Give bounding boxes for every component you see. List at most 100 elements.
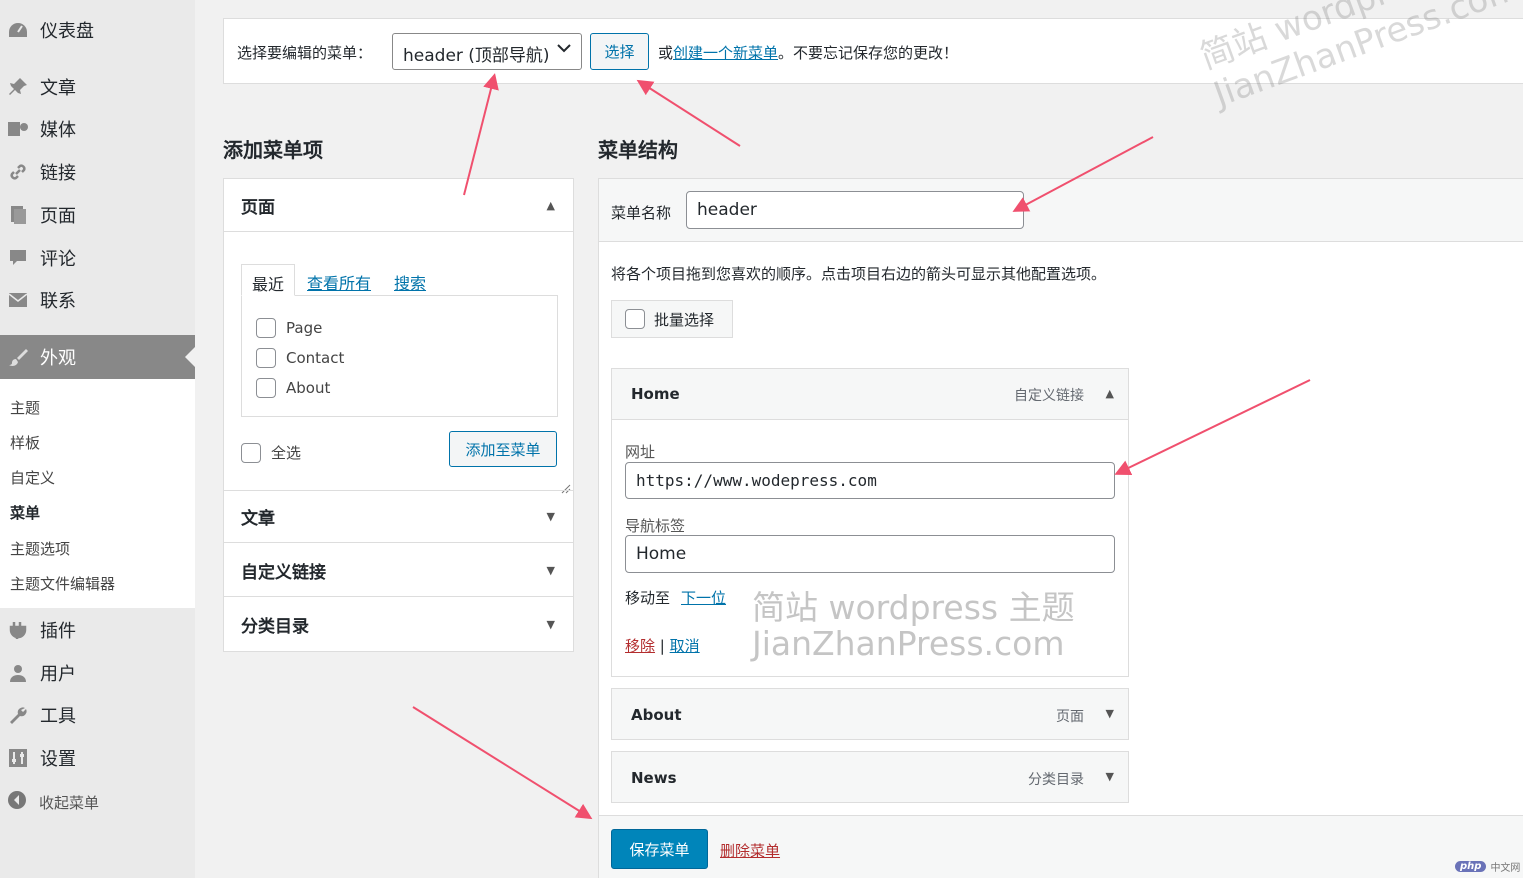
submenu-item-theme-editor[interactable]: 主题文件编辑器 [10,573,115,594]
menu-item-title: About [631,706,682,724]
appearance-submenu: 主题 样板 自定义 菜单 主题选项 主题文件编辑器 [0,379,195,608]
page-icon [7,205,29,225]
triangle-up-icon: ▲ [546,198,555,212]
page-checkbox-row[interactable]: About [256,378,330,398]
collapse-menu-button[interactable]: 收起菜单 [0,790,99,814]
menu-name-bar: 菜单名称 header [599,179,1523,242]
save-menu-button[interactable]: 保存菜单 [611,829,708,869]
nav-label-input[interactable]: Home [625,535,1115,573]
sidebar-item-label: 文章 [40,78,76,99]
sidebar-item-settings[interactable]: 设置 [0,738,195,778]
tab-search[interactable]: 搜索 [384,264,436,296]
nav-label-label: 导航标签 [625,517,686,535]
sidebar-item-media[interactable]: 媒体 [0,109,195,149]
page-label: Page [286,319,323,337]
menu-item-title: Home [631,385,680,403]
tab-recent[interactable]: 最近 [241,264,296,296]
select-all-checkbox[interactable] [241,442,261,463]
sidebar-item-comments[interactable]: 评论 [0,238,195,278]
comment-icon [7,248,29,268]
submenu-item-patterns[interactable]: 样板 [10,432,40,453]
accordion-custom-links[interactable]: 自定义链接 ▼ [224,544,573,597]
move-down-link[interactable]: 下一位 [681,587,726,608]
sidebar-item-contact[interactable]: 联系 [0,280,195,320]
menu-item-type: 页面 [1056,709,1084,725]
menu-item-header[interactable]: Home 自定义链接 ▲ [612,369,1128,420]
bulk-select-button[interactable]: 批量选择 [611,300,733,338]
paintbrush-icon [7,347,29,367]
accordion-title: 自定义链接 [241,562,326,583]
delete-menu-link[interactable]: 删除菜单 [720,840,780,861]
triangle-down-icon: ▼ [546,618,555,631]
select-all-row[interactable]: 全选 [241,442,301,463]
menu-name-input[interactable]: header [686,191,1024,229]
tip-prefix: 或 [658,44,674,62]
sidebar-item-posts[interactable]: 文章 [0,67,195,107]
accordion-categories[interactable]: 分类目录 ▼ [224,598,573,651]
menu-name-label: 菜单名称 [611,204,672,222]
triangle-down-icon[interactable]: ▼ [1106,770,1114,783]
sidebar-item-tools[interactable]: 工具 [0,695,195,735]
sidebar-item-label: 媒体 [40,120,76,141]
collapse-arrow-icon [7,790,27,814]
accordion-posts[interactable]: 文章 ▼ [224,490,573,543]
submenu-item-theme-options[interactable]: 主题选项 [10,538,70,559]
accordion-pages[interactable]: 页面 ▲ [224,179,573,232]
tab-view-all[interactable]: 查看所有 [297,264,381,296]
checkbox[interactable] [256,318,276,338]
menu-item-title: News [631,769,677,787]
triangle-down-icon: ▼ [546,563,555,577]
bulk-select-label: 批量选择 [654,310,715,329]
page-checkbox-row[interactable]: Contact [256,348,344,368]
menu-item-news[interactable]: News 分类目录 ▼ [611,751,1129,803]
submenu-item-customize[interactable]: 自定义 [10,467,55,488]
add-menu-items-heading: 添加菜单项 [223,138,323,162]
sidebar-item-label: 联系 [40,291,76,312]
collapse-menu-label: 收起菜单 [39,793,100,812]
menu-structure-panel: 菜单名称 header 将各个项目拖到您喜欢的顺序。点击项目右边的箭头可显示其他… [598,178,1523,878]
triangle-up-icon[interactable]: ▲ [1106,387,1114,400]
menu-select-dropdown[interactable]: header (顶部导航) [392,33,582,70]
triangle-down-icon: ▼ [546,510,555,523]
move-label: 移动至 [625,589,671,607]
wrench-icon [7,705,29,725]
page-checkbox-row[interactable]: Page [256,318,322,338]
sidebar-item-label: 评论 [40,249,76,270]
settings-icon [7,748,29,768]
sidebar-item-label: 设置 [40,749,76,770]
add-to-menu-button[interactable]: 添加至菜单 [449,431,557,467]
tip-suffix: 。不要忘记保存您的更改！ [778,44,959,62]
submenu-item-themes[interactable]: 主题 [10,397,40,418]
accordion-title: 文章 [241,509,275,529]
sidebar-item-users[interactable]: 用户 [0,653,195,693]
action-separator: | [659,637,665,655]
checkbox[interactable] [256,348,276,368]
triangle-down-icon[interactable]: ▼ [1106,707,1114,720]
watermark-line: 简站 wordpress 主题 [752,588,1075,627]
chevron-down-icon [557,41,571,57]
sidebar-item-dashboard[interactable]: 仪表盘 [0,10,195,50]
sidebar-item-label: 仪表盘 [40,21,94,42]
menu-select-value: header (顶部导航) [403,46,550,66]
annotation-arrow [412,706,593,820]
menu-item-type: 分类目录 [1028,772,1084,788]
submenu-item-menus[interactable]: 菜单 [10,502,40,523]
php-logo: php [1455,861,1487,872]
sidebar-item-label: 用户 [40,664,76,685]
menu-item-about[interactable]: About 页面 ▼ [611,688,1129,740]
bulk-select-checkbox[interactable] [625,309,645,329]
remove-item-link[interactable]: 移除 [625,637,655,655]
cancel-item-link[interactable]: 取消 [670,637,700,655]
plugin-icon [7,620,29,640]
sidebar-item-label: 链接 [40,163,76,184]
sidebar-item-label: 插件 [40,621,76,642]
create-new-menu-link[interactable]: 创建一个新菜单 [673,44,778,62]
sidebar-item-links[interactable]: 链接 [0,152,195,192]
sidebar-item-plugins[interactable]: 插件 [0,610,195,650]
url-input[interactable]: https://www.wodepress.com [625,462,1115,499]
sidebar-item-appearance[interactable]: 外观 [0,335,195,379]
select-menu-button[interactable]: 选择 [590,33,649,70]
link-icon [7,162,29,182]
checkbox[interactable] [256,378,276,398]
sidebar-item-pages[interactable]: 页面 [0,195,195,235]
